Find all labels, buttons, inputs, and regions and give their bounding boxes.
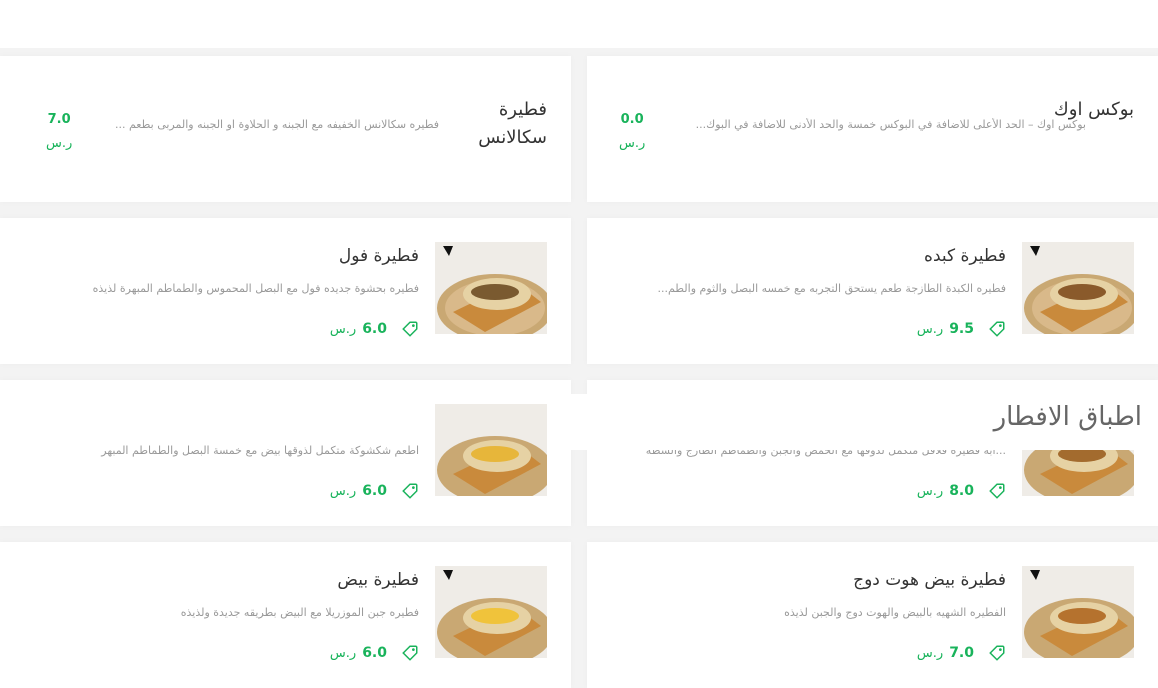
price-currency: ر.س: [329, 321, 357, 337]
price-value: 6.0: [362, 645, 387, 661]
price-currency: ر.س: [329, 483, 357, 499]
price-value: 7.0: [949, 645, 974, 661]
menu-item-card[interactable]: فطيرة سكالانس فطيره سكالانس الخفيفه مع ا…: [0, 56, 571, 202]
item-image: [435, 566, 547, 658]
item-image: [435, 404, 547, 496]
price-value: 7.0: [47, 112, 71, 127]
item-description: بوكس اوك – الحد الأعلى للاضافة في البوكس…: [695, 118, 1086, 131]
item-price: ر.س 6.0: [330, 480, 419, 502]
tag-icon: [989, 645, 1005, 661]
item-title: فطيرة بيض هوت دوج: [853, 570, 1006, 590]
price-value: 9.5: [949, 321, 974, 337]
tag-icon: [989, 321, 1005, 337]
item-price: ر.س 9.5: [917, 318, 1006, 340]
item-title: فطيرة سكالانس: [478, 99, 547, 148]
item-price: ر.س 7.0: [917, 642, 1006, 664]
item-description: فطيره سكالانس الخفيفه مع الجبنه و الحلاو…: [115, 118, 439, 131]
item-price: 0.0 ر.س: [619, 108, 645, 156]
price-value: 6.0: [362, 483, 387, 499]
item-image: [1022, 566, 1134, 658]
price-value: 8.0: [949, 483, 974, 499]
price-currency: ر.س: [916, 321, 944, 337]
item-price: ر.س 6.0: [330, 642, 419, 664]
item-description: فطيره جبن الموزريلا مع البيض بطريقه جديد…: [180, 606, 419, 619]
menu-item-card[interactable]: فطيرة كبده فطيره الكبدة الطازجة طعم يستح…: [587, 218, 1158, 364]
price-value: 0.0: [620, 112, 644, 127]
item-description: اطعم شكشوكة متكمل لذوقها بيض مع خمسة الب…: [101, 444, 419, 457]
tag-icon: [989, 483, 1005, 499]
item-description: الفطيره الشهيه بالبيض والهوت دوج والجبن …: [784, 606, 1006, 619]
menu-item-card[interactable]: فطيرة بيض هوت دوج الفطيره الشهيه بالبيض …: [587, 542, 1158, 688]
item-image: [435, 242, 547, 334]
price-currency: ر.س: [46, 136, 73, 151]
price-currency: ر.س: [916, 645, 944, 661]
top-bar: [0, 0, 1158, 48]
item-title: فطيرة بيض: [337, 570, 419, 590]
item-price: ر.س 6.0: [330, 318, 419, 340]
tag-icon: [402, 321, 418, 337]
price-currency: ر.س: [619, 136, 646, 151]
price-currency: ر.س: [329, 645, 357, 661]
item-image: [1022, 242, 1134, 334]
item-price: 7.0 ر.س: [46, 108, 72, 156]
menu-item-card[interactable]: بوكس اوك بوكس اوك – الحد الأعلى للاضافة …: [587, 56, 1158, 202]
item-description: فطيره بحشوة جديده فول مع البصل المحموس و…: [92, 282, 419, 295]
tag-icon: [402, 645, 418, 661]
tag-icon: [402, 483, 418, 499]
price-value: 6.0: [362, 321, 387, 337]
item-description: فطيره الكبدة الطازجة طعم يستحق التجربه م…: [657, 282, 1006, 295]
price-currency: ر.س: [916, 483, 944, 499]
section-header: اطباق الافطار: [571, 394, 1158, 450]
section-title: اطباق الافطار: [993, 402, 1142, 432]
item-title: فطيرة كبده: [924, 246, 1006, 266]
item-title: فطيرة فول: [338, 246, 419, 266]
menu-item-card[interactable]: فطيرة بيض فطيره جبن الموزريلا مع البيض ب…: [0, 542, 571, 688]
menu-item-card[interactable]: اطعم شكشوكة متكمل لذوقها بيض مع خمسة الب…: [0, 380, 571, 526]
menu-item-card[interactable]: فطيرة فول فطيره بحشوة جديده فول مع البصل…: [0, 218, 571, 364]
item-price: ر.س 8.0: [917, 480, 1006, 502]
